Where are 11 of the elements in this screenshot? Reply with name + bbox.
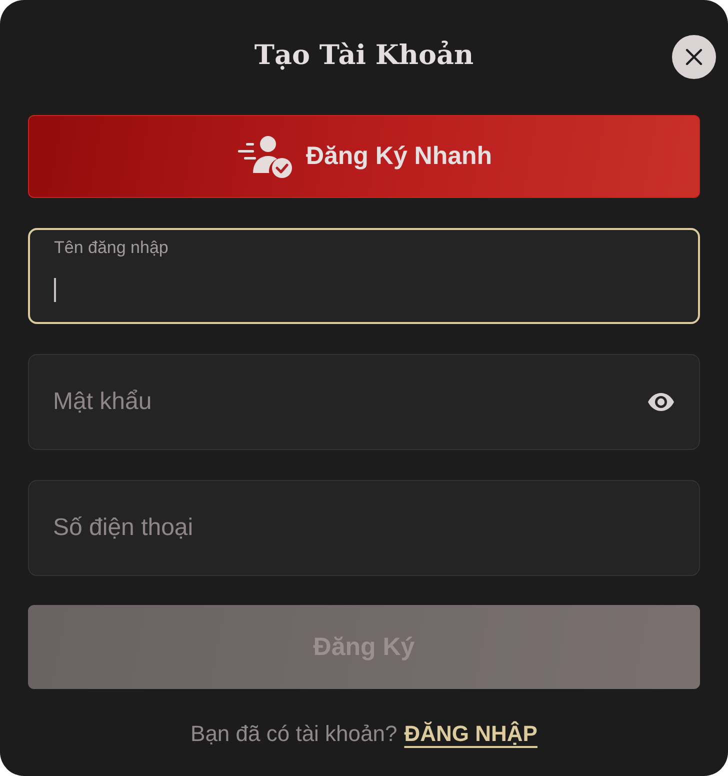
dialog-title: Tạo Tài Khoản (254, 40, 474, 71)
user-check-icon (236, 134, 294, 178)
close-button[interactable] (672, 35, 716, 79)
quick-signup-button[interactable]: Đăng Ký Nhanh (28, 115, 700, 198)
input-field[interactable]: Tên đăng nhập (28, 228, 700, 324)
input-field[interactable]: Số điện thoại (28, 480, 700, 576)
login-prompt: Bạn đã có tài khoản? (190, 721, 398, 747)
eye-icon[interactable] (647, 392, 675, 412)
login-link[interactable]: ĐĂNG NHẬP (404, 721, 538, 747)
password-field[interactable]: Mật khẩu (28, 354, 700, 450)
close-icon (684, 47, 704, 67)
